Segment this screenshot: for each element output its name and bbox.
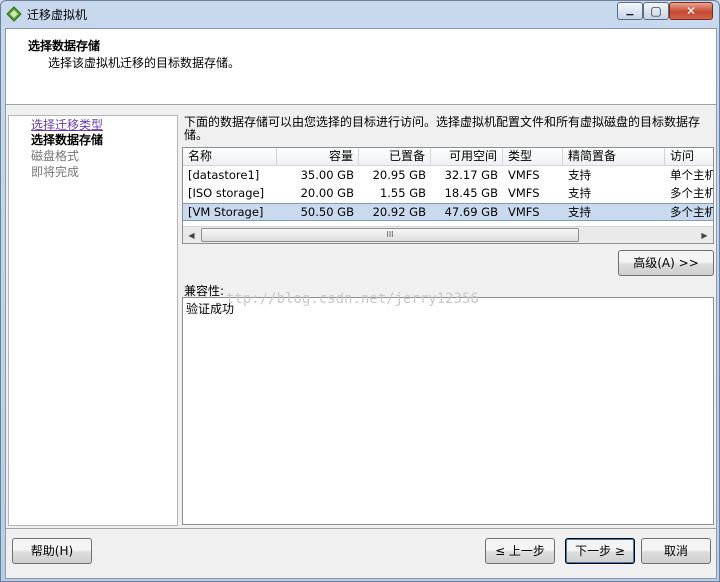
cell-thin-provisioning: 支持	[568, 205, 591, 219]
scrollbar-thumb[interactable]: III	[201, 228, 579, 242]
wizard-footer: 帮助(H) ≤ 上一步 下一步 ≥ 取消	[6, 528, 716, 578]
help-button[interactable]: 帮助(H)	[12, 538, 92, 564]
cell-free-space: 18.45 GB	[444, 186, 498, 200]
cell-thin-provisioning: 支持	[568, 168, 591, 182]
column-header-type[interactable]: 类型	[503, 148, 563, 166]
cell-capacity: 35.00 GB	[300, 168, 354, 182]
window-title: 迁移虚拟机	[27, 8, 88, 22]
back-button[interactable]: ≤ 上一步	[485, 538, 555, 564]
cell-name: [ISO storage]	[188, 186, 265, 200]
cell-name: [VM Storage]	[188, 205, 264, 219]
compatibility-box: 验证成功	[182, 297, 714, 525]
wizard-client-area: 选择数据存储 选择该虚拟机迁移的目标数据存储。 选择迁移类型 选择数据存储 磁盘…	[5, 28, 717, 579]
step-ready-to-complete: 即将完成	[31, 165, 80, 179]
scroll-left-icon[interactable]: ◀	[183, 227, 200, 243]
cell-access: 多个主机	[670, 186, 714, 200]
vsphere-app-icon	[6, 6, 22, 22]
scroll-right-icon[interactable]: ▶	[696, 227, 713, 243]
step-select-datastore: 选择数据存储	[31, 133, 104, 147]
table-row[interactable]: [datastore1] 35.00 GB 20.95 GB 32.17 GB …	[183, 167, 714, 185]
next-button[interactable]: 下一步 ≥	[565, 538, 635, 564]
cell-name: [datastore1]	[188, 168, 260, 182]
cell-free-space: 47.69 GB	[444, 205, 498, 219]
maximize-icon: ▢	[650, 4, 662, 18]
maximize-button[interactable]: ▢	[643, 2, 669, 20]
cell-type: VMFS	[508, 168, 540, 182]
column-header-provisioned[interactable]: 已置备	[359, 148, 431, 166]
table-row-selected[interactable]: [VM Storage] 50.50 GB 20.92 GB 47.69 GB …	[183, 203, 714, 221]
migrate-vm-window: 迁移虚拟机 ▁ ▢ ✕ 选择数据存储 选择该虚拟机迁移的目标数据存储。 选择迁移…	[0, 0, 720, 582]
column-header-thin-provisioning[interactable]: 精简置备	[563, 148, 665, 166]
column-header-access[interactable]: 访问	[665, 148, 713, 166]
cell-access: 单个主机	[670, 168, 714, 182]
minimize-icon: ▁	[626, 5, 634, 16]
wizard-steps-panel: 选择迁移类型 选择数据存储 磁盘格式 即将完成	[8, 115, 178, 526]
table-row[interactable]: [ISO storage] 20.00 GB 1.55 GB 18.45 GB …	[183, 185, 714, 203]
advanced-button[interactable]: 高级(A) >>	[618, 250, 714, 276]
datastore-description: 下面的数据存储可以由您选择的目标进行访问。选择虚拟机配置文件和所有虚拟磁盘的目标…	[184, 115, 701, 142]
wizard-header: 选择数据存储 选择该虚拟机迁移的目标数据存储。	[6, 29, 716, 105]
cell-free-space: 32.17 GB	[444, 168, 498, 182]
cell-access: 多个主机	[670, 205, 714, 219]
close-icon: ✕	[685, 4, 697, 18]
table-header: 名称 容量 已置备 可用空间 类型 精简置备 访问	[183, 148, 713, 166]
column-header-capacity[interactable]: 容量	[277, 148, 359, 166]
horizontal-scrollbar[interactable]: ◀ III ▶	[183, 226, 713, 243]
datastore-table[interactable]: 名称 容量 已置备 可用空间 类型 精简置备 访问 [datastore1] 3…	[182, 147, 714, 244]
cell-provisioned: 20.95 GB	[372, 168, 426, 182]
cell-type: VMFS	[508, 205, 540, 219]
step-disk-format: 磁盘格式	[31, 149, 80, 163]
cell-thin-provisioning: 支持	[568, 186, 591, 200]
column-header-name[interactable]: 名称	[183, 148, 277, 166]
cell-provisioned: 1.55 GB	[379, 186, 426, 200]
close-button[interactable]: ✕	[669, 2, 713, 20]
cell-capacity: 50.50 GB	[300, 205, 354, 219]
cell-type: VMFS	[508, 186, 540, 200]
minimize-button[interactable]: ▁	[617, 2, 643, 20]
page-subtitle: 选择该虚拟机迁移的目标数据存储。	[48, 56, 241, 70]
watermark: ttp://blog.csdn.net/jerry12356	[226, 291, 479, 307]
cell-provisioned: 20.92 GB	[372, 205, 426, 219]
column-header-free-space[interactable]: 可用空间	[431, 148, 503, 166]
cancel-button[interactable]: 取消	[641, 538, 711, 564]
title-bar[interactable]: 迁移虚拟机 ▁ ▢ ✕	[1, 1, 719, 27]
cell-capacity: 20.00 GB	[300, 186, 354, 200]
page-title: 选择数据存储	[28, 39, 101, 53]
